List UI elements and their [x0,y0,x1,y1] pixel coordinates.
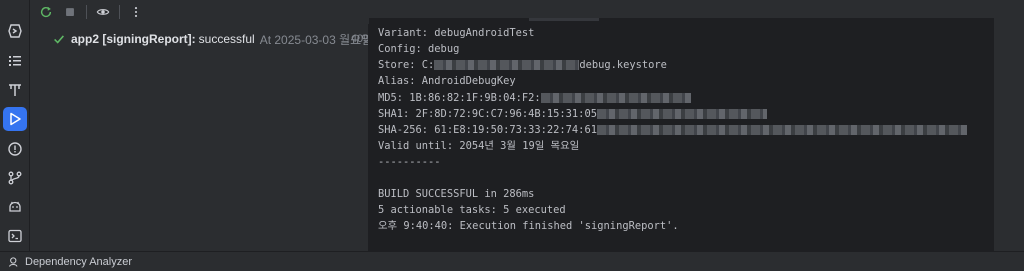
console-line-sha256: SHA-256: 61:E8:19:50:73:33:22:74:61 [378,122,967,138]
console-line-sha1: SHA1: 2F:8D:72:9C:C7:96:4B:15:31:05 [378,106,767,122]
sha256-text: SHA-256: 61:E8:19:50:73:33:22:74:61 [378,124,597,136]
toolbar-divider [86,5,87,19]
problems-icon[interactable] [3,137,27,161]
console-line-separator: ---------- [378,156,441,168]
console-line-tasks: 5 actionable tasks: 5 executed [378,204,566,216]
git-icon[interactable] [3,166,27,190]
tree-node-signing-report[interactable]: app2 [signingReport]: successful At 2025… [30,28,424,50]
stop-icon[interactable] [61,3,79,21]
console-line-store: Store: C: debug.keystore [378,57,667,73]
android-icon[interactable] [3,195,27,219]
test-icon[interactable] [3,78,27,102]
console-line-finished: 오후 9:40:40: Execution finished 'signingR… [378,220,679,232]
rerun-icon[interactable] [37,3,55,21]
check-icon [52,31,66,47]
run-icon[interactable] [3,107,27,131]
store-prefix: Store: C: [378,59,435,71]
console-line-build-result: BUILD SUCCESSFUL in 286ms [378,188,535,200]
console-line-valid-until: Valid until: 2054년 3월 19일 목요일 [378,140,580,152]
structure-icon[interactable] [3,49,27,73]
build-tree: app2 [signingReport]: successful At 2025… [30,24,424,251]
console-output[interactable]: Variant: debugAndroidTest Config: debug … [369,18,994,251]
build-variants-icon[interactable] [3,19,27,43]
redacted-sha256 [596,125,967,135]
console-line-alias: Alias: AndroidDebugKey [378,75,516,87]
dependency-analyzer-icon [8,256,18,267]
terminal-icon[interactable] [3,224,27,248]
status-bar: Dependency Analyzer [0,251,1024,271]
md5-text: MD5: 1B:86:82:1F:9B:04:F2: [378,92,541,104]
store-suffix: debug.keystore [579,59,667,71]
console-line-variant: Variant: debugAndroidTest [378,27,535,39]
more-options-icon[interactable] [127,3,145,21]
redacted-path [434,60,580,70]
node-status: successful [198,32,255,46]
dependency-analyzer-label[interactable]: Dependency Analyzer [25,256,132,268]
sha1-text: SHA1: 2F:8D:72:9C:C7:96:4B:15:31:05 [378,108,597,120]
node-name: app2 [signingReport]: [71,32,196,46]
eye-icon[interactable] [94,3,112,21]
redacted-sha1 [596,109,767,119]
console-line-md5: MD5: 1B:86:82:1F:9B:04:F2: [378,90,691,106]
clipped-previous-line [529,18,599,21]
console-line-config: Config: debug [378,43,460,55]
redacted-md5 [540,93,691,103]
tool-window-stripe [0,0,30,251]
toolbar-divider [119,5,120,19]
